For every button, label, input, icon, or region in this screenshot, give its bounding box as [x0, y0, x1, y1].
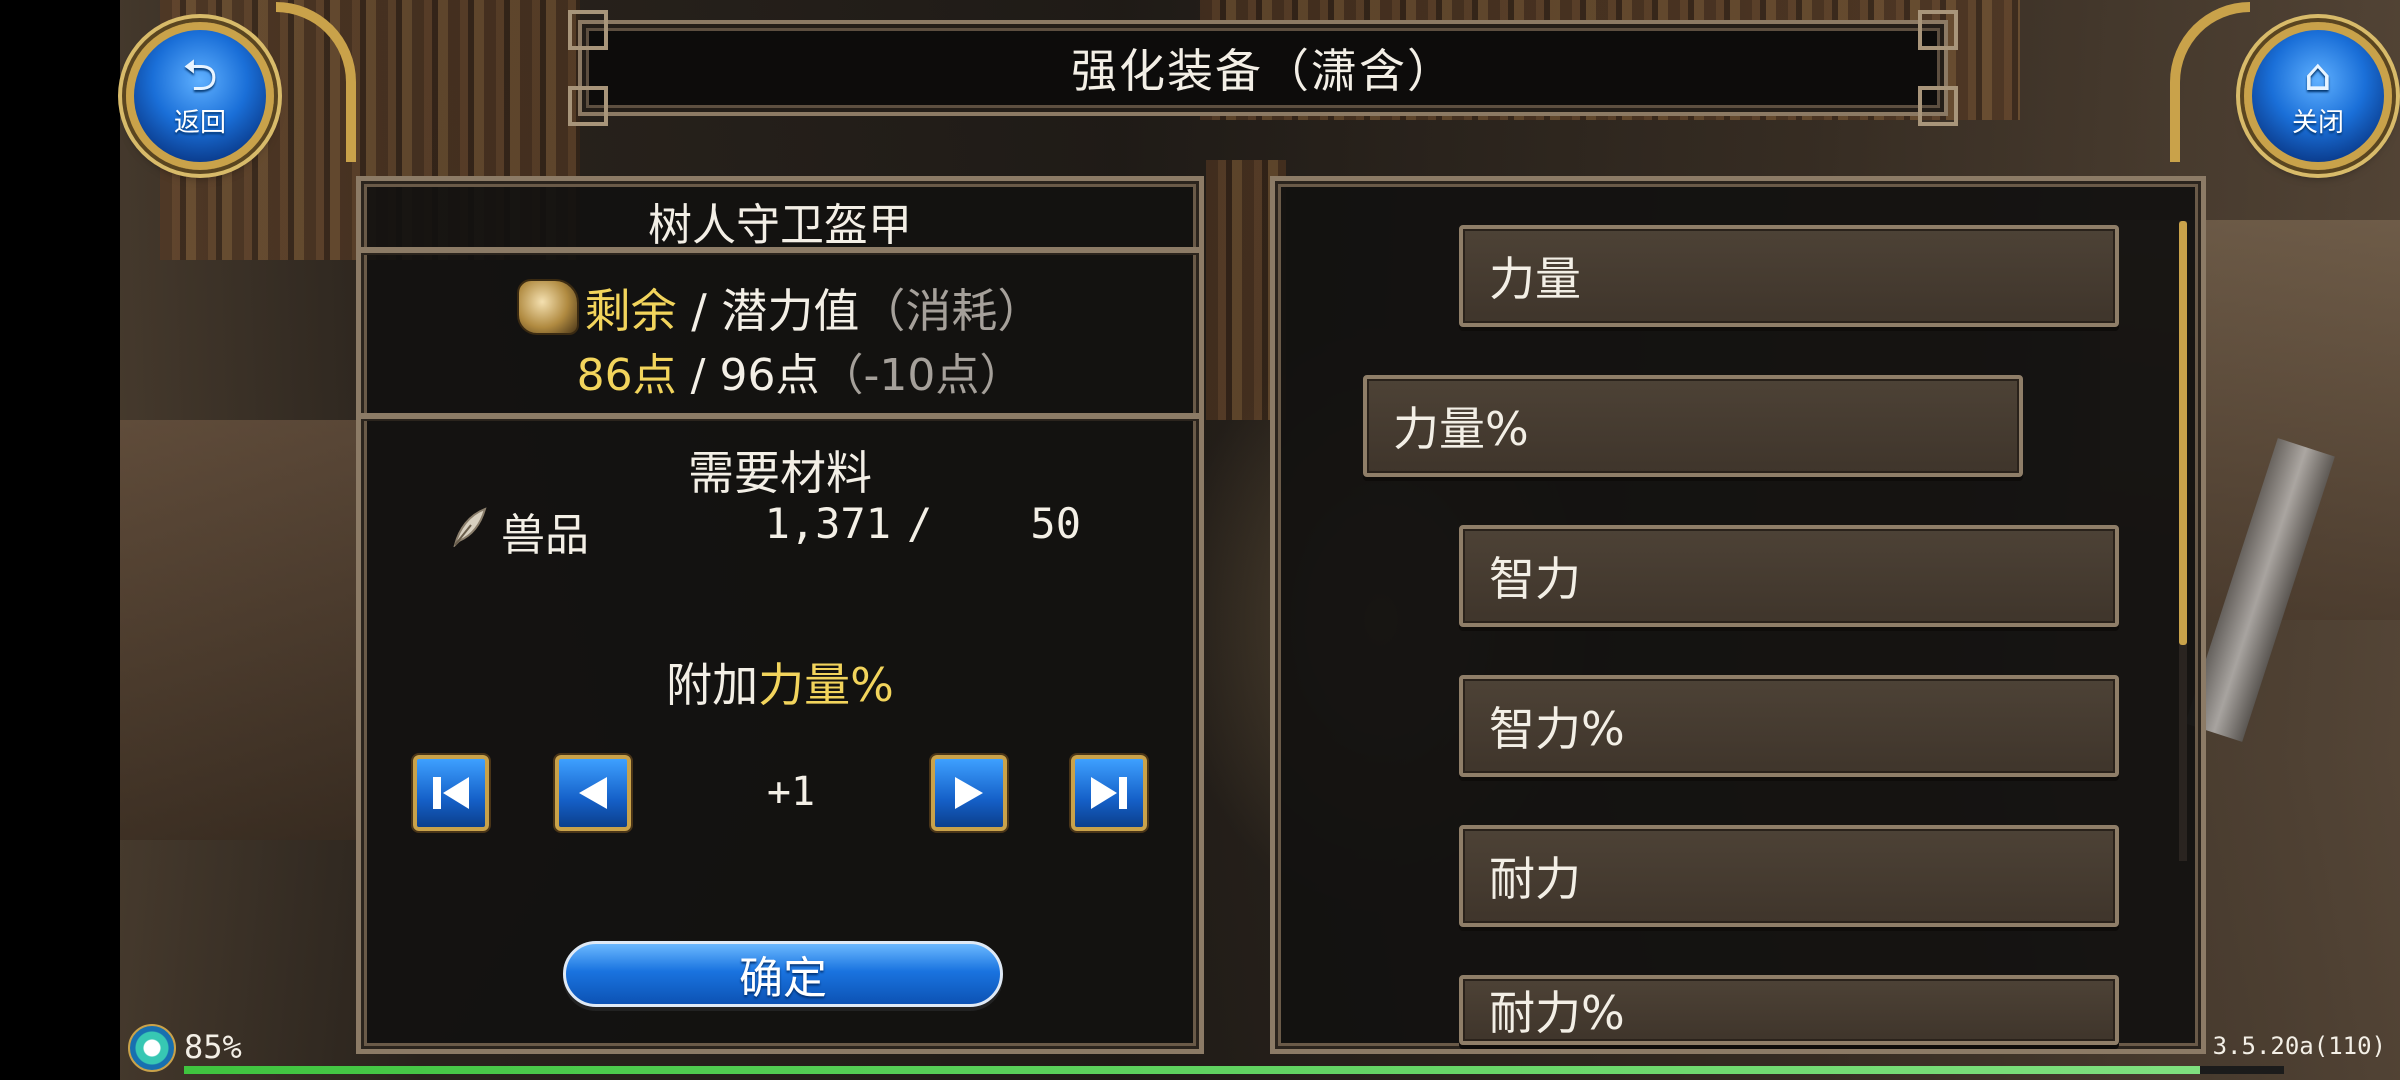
first-button[interactable] — [413, 755, 489, 831]
progress-fill — [184, 1066, 2200, 1074]
confirm-button[interactable]: 确定 — [563, 941, 1003, 1007]
first-icon — [433, 777, 469, 809]
version-label: 3.5.20a(110) — [2212, 1032, 2386, 1060]
add-prefix: 附加 — [666, 658, 759, 712]
material-required: 50 — [1030, 499, 1081, 548]
battery-ring-icon — [128, 1024, 176, 1072]
consume-value: （-10点） — [819, 350, 1024, 401]
last-icon — [1091, 777, 1127, 809]
feather-icon — [453, 507, 487, 547]
last-button[interactable] — [1071, 755, 1147, 831]
status-bar: 85% 3.5.20a(110) — [120, 1022, 2400, 1080]
back-arrow-icon: ⮌ — [182, 49, 218, 101]
remaining-value: 86点 — [576, 350, 677, 401]
points-value-row: 86点 / 96点（-10点） — [361, 339, 1199, 403]
stat-option[interactable]: 耐力 — [1459, 825, 2119, 927]
add-stat-label: 附加力量% — [361, 649, 1199, 715]
prev-icon — [579, 777, 607, 809]
next-button[interactable] — [931, 755, 1007, 831]
potential-value: 96点 — [719, 350, 820, 401]
battery-percent: 85% — [184, 1028, 242, 1066]
potential-icon — [516, 279, 579, 335]
close-label: 关闭 — [2291, 107, 2344, 138]
prev-button[interactable] — [555, 755, 631, 831]
next-icon — [955, 777, 983, 809]
separator: / — [676, 350, 720, 401]
frame-corner — [1918, 10, 1958, 50]
frame-corner — [1918, 86, 1958, 126]
points-label-row: 剩余 / 潜力值（消耗） — [361, 275, 1199, 341]
stat-list-panel: 力量 力量% 智力 智力% 耐力 耐力% — [1270, 176, 2206, 1054]
back-label: 返回 — [173, 107, 226, 138]
remaining-label: 剩余 — [584, 284, 677, 338]
material-name: 兽品 — [501, 510, 589, 561]
stat-option[interactable]: 力量 — [1459, 225, 2119, 327]
material-row: 兽品 1,371 / 50 — [451, 499, 1131, 561]
enhance-panel: 树人守卫盔甲 剩余 / 潜力值（消耗） 86点 / 96点（-10点） 需要材料… — [356, 176, 1204, 1054]
materials-header: 需要材料 — [688, 446, 872, 500]
progress-bar — [184, 1066, 2284, 1074]
page-title: 强化装备（潇含） — [1071, 44, 1455, 98]
title-banner: 强化装备（潇含） — [568, 10, 1958, 126]
consume-label: （消耗） — [859, 284, 1044, 338]
frame-corner — [568, 86, 608, 126]
separator: / — [676, 284, 722, 338]
frame-corner — [568, 10, 608, 50]
item-name: 树人守卫盔甲 — [648, 200, 912, 251]
scrollbar-thumb[interactable] — [2179, 221, 2187, 645]
material-owned: 1,371 — [764, 499, 891, 548]
divider — [361, 247, 1199, 253]
step-value: +1 — [766, 769, 816, 815]
selected-stat: 力量% — [758, 658, 894, 712]
divider — [361, 413, 1199, 419]
close-button[interactable]: ⌂ 关闭 — [2244, 22, 2392, 170]
back-button[interactable]: ⮌ 返回 — [126, 22, 274, 170]
stat-option[interactable]: 智力 — [1459, 525, 2119, 627]
table-decor — [120, 420, 360, 840]
stat-option[interactable]: 智力% — [1459, 675, 2119, 777]
potential-label: 潜力值 — [721, 284, 860, 338]
home-icon: ⌂ — [2304, 49, 2332, 101]
stat-option-selected[interactable]: 力量% — [1363, 375, 2023, 477]
material-slash: / — [907, 499, 933, 548]
